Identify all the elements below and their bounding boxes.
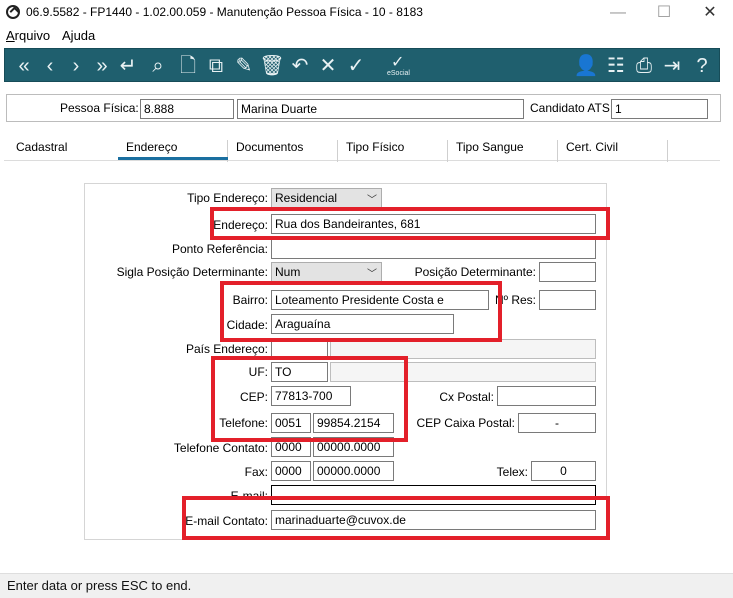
confirm-icon[interactable]: ✓ bbox=[343, 52, 369, 80]
highlight-box-email-contato bbox=[182, 496, 610, 540]
sigla-posicao-select[interactable]: Num ﹀ bbox=[271, 262, 382, 282]
menu-bar: Arquivo Ajuda bbox=[0, 26, 733, 46]
telefone-contato-label: Telefone Contato: bbox=[173, 441, 268, 455]
tree-icon[interactable]: ☷ bbox=[603, 52, 629, 80]
chevron-down-icon: ﹀ bbox=[367, 269, 377, 280]
app-logo-icon bbox=[6, 5, 20, 19]
previous-record-icon[interactable]: ‹ bbox=[37, 52, 63, 80]
chevron-down-icon: ﹀ bbox=[367, 195, 377, 206]
window-title: 06.9.5582 - FP1440 - 1.02.00.059 - Manut… bbox=[26, 5, 423, 19]
first-record-icon[interactable]: « bbox=[11, 52, 37, 80]
delete-icon[interactable]: 🗑 bbox=[259, 52, 285, 80]
esocial-check-icon: ✓ bbox=[391, 54, 405, 71]
tipo-endereco-label: Tipo Endereço: bbox=[187, 191, 268, 205]
toolbar: ✓ eSocial «‹ ›» ↵ ⌕ 🗋 ⧉ ✎ 🗑 ↶ ✕ ✓ 👤 ☷ ⎙ ⇥? bbox=[4, 48, 720, 82]
print-icon[interactable]: ⎙ bbox=[631, 52, 657, 80]
fax-number-field[interactable]: 00000.0000 bbox=[313, 461, 394, 481]
tab-cert-civil[interactable]: Cert. Civil bbox=[566, 140, 618, 154]
copy-icon[interactable]: ⧉ bbox=[203, 52, 229, 80]
tab-endereco[interactable]: Endereço bbox=[126, 140, 177, 154]
pessoa-fisica-label: Pessoa Física: bbox=[60, 101, 139, 115]
tipo-endereco-value: Residencial bbox=[275, 191, 338, 205]
new-document-icon[interactable]: 🗋 bbox=[175, 52, 201, 80]
active-tab-indicator bbox=[118, 157, 228, 160]
tab-separator bbox=[667, 140, 668, 162]
telex-field[interactable]: 0 bbox=[531, 461, 596, 481]
tab-separator bbox=[557, 140, 558, 162]
menu-ajuda-label: Ajuda bbox=[62, 28, 96, 43]
cx-postal-label: Cx Postal: bbox=[439, 390, 494, 404]
user-icon[interactable]: 👤 bbox=[573, 52, 599, 80]
status-text: Enter data or press ESC to end. bbox=[7, 578, 192, 593]
highlight-box-endereco bbox=[210, 207, 610, 240]
highlight-box-uf-cep-telefone bbox=[211, 356, 408, 442]
sigla-posicao-label: Sigla Posição Determinante: bbox=[116, 265, 268, 279]
tabs-divider bbox=[4, 160, 720, 161]
tab-documentos[interactable]: Documentos bbox=[236, 140, 303, 154]
posicao-determinante-field[interactable] bbox=[539, 262, 596, 282]
ponto-referencia-label: Ponto Referência: bbox=[171, 242, 268, 256]
close-button[interactable]: ✕ bbox=[687, 0, 733, 26]
candidato-ats-label: Candidato ATS: bbox=[530, 101, 614, 115]
pais-endereco-label: País Endereço: bbox=[185, 342, 268, 356]
sigla-posicao-value: Num bbox=[275, 265, 301, 279]
candidato-ats-field[interactable]: 1 bbox=[611, 99, 708, 119]
search-icon[interactable]: ⌕ bbox=[145, 52, 171, 80]
minimize-button[interactable]: — bbox=[595, 0, 641, 26]
menu-ajuda[interactable]: Ajuda bbox=[62, 28, 95, 43]
pessoa-fisica-code-field[interactable]: 8.888 bbox=[140, 99, 234, 119]
esocial-button[interactable]: ✓ eSocial bbox=[385, 52, 417, 80]
posicao-determinante-label: Posição Determinante: bbox=[414, 265, 536, 279]
cx-postal-field[interactable] bbox=[497, 386, 596, 406]
title-bar: 06.9.5582 - FP1440 - 1.02.00.059 - Manut… bbox=[0, 0, 733, 26]
tipo-endereco-select[interactable]: Residencial ﹀ bbox=[271, 188, 382, 208]
last-record-icon[interactable]: » bbox=[89, 52, 115, 80]
cep-caixa-postal-field[interactable]: - bbox=[518, 413, 596, 433]
menu-arquivo-label: Arquivo bbox=[6, 28, 51, 43]
fax-ddd-field[interactable]: 0000 bbox=[271, 461, 311, 481]
tab-separator bbox=[447, 140, 448, 162]
menu-arquivo[interactable]: Arquivo bbox=[6, 28, 50, 43]
tab-cadastral[interactable]: Cadastral bbox=[16, 140, 67, 154]
tab-tipo-sangue[interactable]: Tipo Sangue bbox=[456, 140, 524, 154]
fax-label: Fax: bbox=[244, 465, 268, 479]
status-bar: Enter data or press ESC to end. bbox=[0, 573, 733, 598]
help-icon[interactable]: ? bbox=[689, 52, 715, 80]
ponto-referencia-field[interactable] bbox=[271, 239, 596, 259]
tab-tipo-fisico[interactable]: Tipo Físico bbox=[346, 140, 404, 154]
maximize-button[interactable]: ☐ bbox=[641, 0, 687, 26]
highlight-box-bairro-cidade bbox=[220, 281, 502, 342]
undo-icon[interactable]: ↶ bbox=[287, 52, 313, 80]
telex-label: Telex: bbox=[496, 465, 528, 479]
tab-separator bbox=[337, 140, 338, 162]
exit-icon[interactable]: ⇥ bbox=[659, 52, 685, 80]
esocial-label: eSocial bbox=[387, 70, 410, 77]
cep-caixa-postal-label: CEP Caixa Postal: bbox=[416, 416, 516, 430]
nres-field[interactable] bbox=[539, 290, 596, 310]
cancel-icon[interactable]: ✕ bbox=[315, 52, 341, 80]
pessoa-fisica-name-field[interactable]: Marina Duarte bbox=[237, 99, 524, 119]
return-icon[interactable]: ↵ bbox=[115, 52, 141, 80]
next-record-icon[interactable]: › bbox=[63, 52, 89, 80]
edit-document-icon[interactable]: ✎ bbox=[231, 52, 257, 80]
